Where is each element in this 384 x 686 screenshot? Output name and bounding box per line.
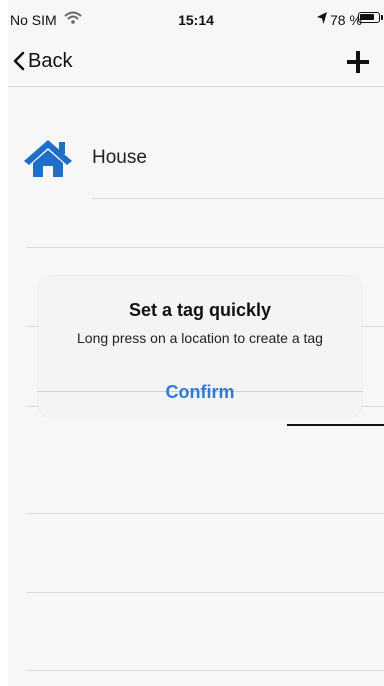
confirm-label: Confirm [165,382,235,402]
confirm-button[interactable]: Confirm [38,382,362,417]
annotation-pointer-line [287,424,384,426]
back-label: Back [28,49,73,72]
navigation-bar: Back [8,40,384,87]
alert-dialog: Set a tag quickly Long press on a locati… [38,276,362,417]
alert-title: Set a tag quickly [128,300,272,320]
chevron-left-icon [13,51,25,71]
battery-tip [381,15,383,20]
separator [26,513,384,514]
location-arrow-icon [317,12,327,24]
list-item-label: House [92,147,147,168]
alert-message: Long press on a location to create a tag [77,330,323,346]
plus-icon[interactable] [342,46,374,78]
house-icon [24,140,72,177]
list-item[interactable]: House [8,112,384,198]
separator [92,198,384,199]
status-bar: No SIM 15:14 78 % [8,0,384,40]
separator [26,592,384,593]
app-screen: No SIM 15:14 78 % Back House Set a tag q… [8,0,384,686]
battery-icon [358,12,380,23]
back-button[interactable]: Back [12,46,72,76]
separator [26,247,384,248]
separator [26,670,384,671]
